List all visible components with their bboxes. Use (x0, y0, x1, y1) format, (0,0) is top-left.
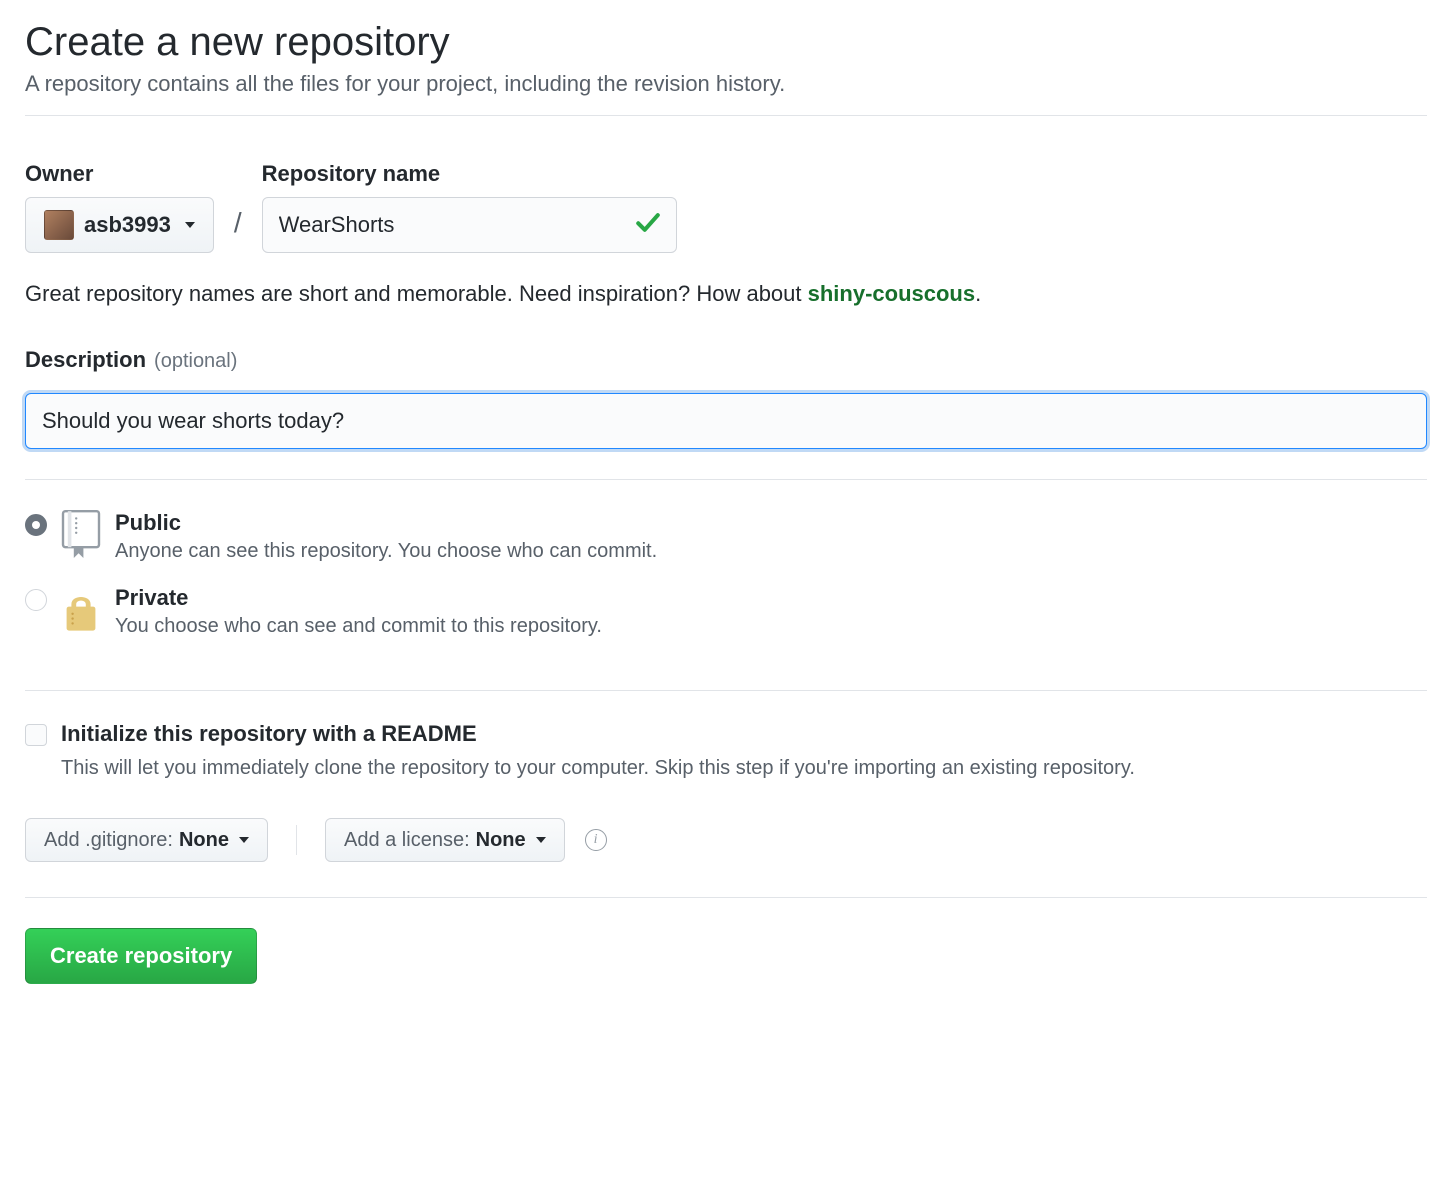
init-readme-checkbox[interactable] (25, 724, 47, 746)
divider (25, 115, 1427, 116)
info-icon[interactable]: i (585, 829, 607, 851)
visibility-private-option[interactable]: Private You choose who can see and commi… (25, 585, 1427, 638)
init-readme-desc: This will let you immediately clone the … (61, 753, 1161, 783)
repo-icon (61, 510, 101, 563)
radio-private[interactable] (25, 589, 47, 611)
description-input[interactable] (25, 393, 1427, 449)
owner-select-button[interactable]: asb3993 (25, 197, 214, 253)
private-desc: You choose who can see and commit to thi… (115, 615, 602, 638)
create-repository-button[interactable]: Create repository (25, 928, 257, 984)
check-icon (635, 210, 661, 241)
avatar (44, 210, 74, 240)
repo-name-label: Repository name (262, 161, 677, 187)
caret-down-icon (239, 837, 249, 843)
license-select-button[interactable]: Add a license: None (325, 818, 565, 862)
caret-down-icon (536, 837, 546, 843)
public-desc: Anyone can see this repository. You choo… (115, 540, 657, 563)
init-readme-label: Initialize this repository with a README (61, 721, 477, 747)
private-title: Private (115, 585, 602, 611)
public-title: Public (115, 510, 657, 536)
divider (25, 690, 1427, 691)
repo-name-input[interactable] (262, 197, 677, 253)
optional-tag: (optional) (154, 350, 237, 373)
radio-public[interactable] (25, 514, 47, 536)
page-subtitle: A repository contains all the files for … (25, 71, 1427, 97)
lock-icon (61, 585, 101, 638)
divider (25, 479, 1427, 480)
owner-username: asb3993 (84, 212, 171, 238)
slash-separator: / (226, 207, 250, 253)
repo-name-hint: Great repository names are short and mem… (25, 281, 1427, 307)
gitignore-select-button[interactable]: Add .gitignore: None (25, 818, 268, 862)
caret-down-icon (185, 222, 195, 228)
divider (25, 897, 1427, 898)
page-title: Create a new repository (25, 20, 1427, 65)
divider (296, 825, 297, 855)
visibility-public-option[interactable]: Public Anyone can see this repository. Y… (25, 510, 1427, 563)
description-label: Description (25, 347, 146, 373)
owner-label: Owner (25, 161, 214, 187)
suggestion-link[interactable]: shiny-couscous (808, 281, 975, 306)
